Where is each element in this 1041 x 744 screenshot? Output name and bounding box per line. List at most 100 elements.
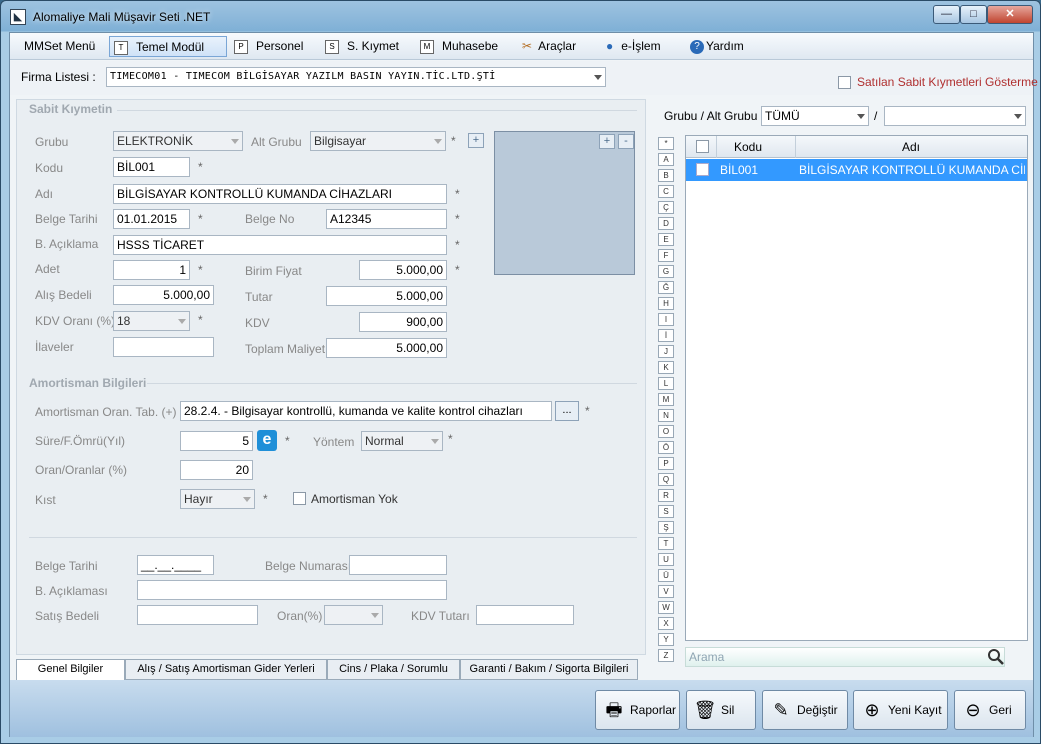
asset-image[interactable] — [494, 131, 635, 275]
adi-field[interactable]: BİLGİSAYAR KONTROLLÜ KUMANDA CİHAZLARI — [113, 184, 447, 204]
tab-garanti[interactable]: Garanti / Bakım / Sigorta Bilgileri — [460, 659, 638, 680]
select-all-checkbox[interactable] — [696, 140, 709, 153]
tab-alis-satis[interactable]: Alış / Satış Amortisman Gider Yerleri — [125, 659, 327, 680]
toplam-maliyet-field[interactable]: 5.000,00 — [326, 338, 447, 358]
letter-filter-button[interactable]: V — [658, 585, 674, 598]
row-checkbox[interactable] — [696, 163, 709, 176]
kdv-orani-select[interactable]: 18 — [113, 311, 190, 331]
oran-tab-browse-button[interactable]: ... — [555, 401, 579, 421]
letter-filter-button[interactable]: O — [658, 425, 674, 438]
letter-filter-button[interactable]: İ — [658, 329, 674, 342]
tutar-field[interactable]: 5.000,00 — [326, 286, 447, 306]
minimize-button[interactable]: — — [933, 5, 960, 24]
letter-filter-button[interactable]: F — [658, 249, 674, 262]
raporlar-button[interactable]: 🖶 Raporlar — [595, 690, 680, 730]
letter-filter-button[interactable]: J — [658, 345, 674, 358]
letter-filter-button[interactable]: * — [658, 137, 674, 150]
table-row[interactable]: BİL001 BİLGİSAYAR KONTROLLÜ KUMANDA CİH.… — [686, 159, 1027, 181]
oran-field[interactable]: 20 — [180, 460, 253, 480]
letter-filter-button[interactable]: E — [658, 233, 674, 246]
yeni-kayit-button[interactable]: ⊕ Yeni Kayıt — [853, 690, 948, 730]
letter-filter-button[interactable]: Z — [658, 649, 674, 662]
satis-bedeli-field[interactable] — [137, 605, 258, 625]
degistir-button[interactable]: ✎ Değiştir — [762, 690, 848, 730]
satis-oran-select[interactable] — [324, 605, 383, 625]
right-alt-grubu-select[interactable] — [884, 106, 1026, 126]
ilaveler-field[interactable] — [113, 337, 214, 357]
firma-select[interactable]: TIMECOM01 - TIMECOM BİLGİSAYAR YAZILM BA… — [106, 67, 606, 87]
menu-mmset[interactable]: MMSet Menü — [20, 36, 95, 57]
birim-fiyat-field[interactable]: 5.000,00 — [359, 260, 447, 280]
letter-filter-button[interactable]: U — [658, 553, 674, 566]
letter-filter-button[interactable]: G — [658, 265, 674, 278]
belge-no-field[interactable]: A12345 — [326, 209, 447, 229]
letter-filter-button[interactable]: Ü — [658, 569, 674, 582]
letter-filter-button[interactable]: Q — [658, 473, 674, 486]
column-header-code[interactable]: Kodu — [734, 137, 762, 157]
letter-filter-button[interactable]: L — [658, 377, 674, 390]
letter-filter-button[interactable]: Ç — [658, 201, 674, 214]
menu-temel-modul[interactable]: T Temel Modül — [109, 36, 227, 57]
search-input[interactable]: Arama — [685, 647, 1005, 667]
menu-araclar[interactable]: ✂ Araçlar — [518, 36, 576, 57]
kist-select[interactable]: Hayır — [180, 489, 255, 509]
letter-filter-button[interactable]: W — [658, 601, 674, 614]
letter-filter-button[interactable]: R — [658, 489, 674, 502]
maximize-button[interactable]: □ — [960, 5, 987, 24]
letter-filter-button[interactable]: A — [658, 153, 674, 166]
menu-s-kiymet[interactable]: S S. Kıymet — [321, 36, 399, 57]
letter-filter-button[interactable]: T — [658, 537, 674, 550]
adet-field[interactable]: 1 — [113, 260, 190, 280]
alt-grubu-select[interactable]: Bilgisayar — [310, 131, 446, 151]
kdv-field[interactable]: 900,00 — [359, 312, 447, 332]
remove-image-button[interactable]: - — [618, 134, 634, 149]
letter-filter-button[interactable]: X — [658, 617, 674, 630]
letter-filter-button[interactable]: Ö — [658, 441, 674, 454]
letter-filter-button[interactable]: K — [658, 361, 674, 374]
menu-muhasebe[interactable]: M Muhasebe — [416, 36, 498, 57]
add-image-button[interactable]: + — [599, 134, 615, 149]
e-icon[interactable]: e — [257, 430, 277, 451]
letter-filter-button[interactable]: C — [658, 185, 674, 198]
column-header-name[interactable]: Adı — [902, 137, 920, 157]
amortisman-yok-checkbox[interactable] — [293, 492, 306, 505]
kodu-field[interactable]: BİL001 — [113, 157, 190, 177]
menu-personel[interactable]: P Personel — [230, 36, 303, 57]
letter-filter-button[interactable]: Ş — [658, 521, 674, 534]
letter-filter-button[interactable]: Y — [658, 633, 674, 646]
sure-field[interactable]: 5 — [180, 431, 253, 451]
sil-button[interactable]: 🗑 Sil — [686, 690, 756, 730]
hide-sold-checkbox[interactable] — [838, 76, 851, 89]
right-grubu-label: Grubu / Alt Grubu : — [664, 109, 765, 123]
menu-yardim[interactable]: ? Yardım — [686, 36, 744, 57]
geri-button[interactable]: ⊖ Geri — [954, 690, 1026, 730]
tab-genel-bilgiler[interactable]: Genel Bilgiler — [16, 659, 125, 682]
letter-filter-button[interactable]: B — [658, 169, 674, 182]
yeni-kayit-label: Yeni Kayıt — [888, 703, 942, 717]
belge-tarihi-field[interactable]: 01.01.2015 — [113, 209, 190, 229]
yontem-select[interactable]: Normal — [361, 431, 443, 451]
letter-filter-button[interactable]: M — [658, 393, 674, 406]
close-button[interactable]: ✕ — [987, 5, 1033, 24]
alis-bedeli-field[interactable]: 5.000,00 — [113, 285, 214, 305]
letter-filter-button[interactable]: Ğ — [658, 281, 674, 294]
search-icon[interactable] — [986, 647, 1006, 667]
chevron-down-icon — [178, 319, 186, 324]
satis-aciklama-field[interactable] — [137, 580, 447, 600]
add-group-button[interactable]: + — [468, 133, 484, 148]
belge-numarasi-field[interactable] — [349, 555, 447, 575]
oran-tab-field[interactable]: 28.2.4. - Bilgisayar kontrollü, kumanda … — [180, 401, 552, 421]
letter-filter-button[interactable]: N — [658, 409, 674, 422]
satis-belge-tarihi-field[interactable]: __.__.____ — [137, 555, 214, 575]
aciklama-field[interactable]: HSSS TİCARET — [113, 235, 447, 255]
letter-filter-button[interactable]: S — [658, 505, 674, 518]
tab-cins-plaka[interactable]: Cins / Plaka / Sorumlu — [327, 659, 460, 680]
letter-filter-button[interactable]: H — [658, 297, 674, 310]
right-grubu-select[interactable]: TÜMÜ — [761, 106, 869, 126]
letter-filter-button[interactable]: I — [658, 313, 674, 326]
grubu-select[interactable]: ELEKTRONİK — [113, 131, 243, 151]
kdv-tutari-field[interactable] — [476, 605, 574, 625]
letter-filter-button[interactable]: D — [658, 217, 674, 230]
menu-e-islem[interactable]: ● e-İşlem — [602, 36, 661, 57]
letter-filter-button[interactable]: P — [658, 457, 674, 470]
